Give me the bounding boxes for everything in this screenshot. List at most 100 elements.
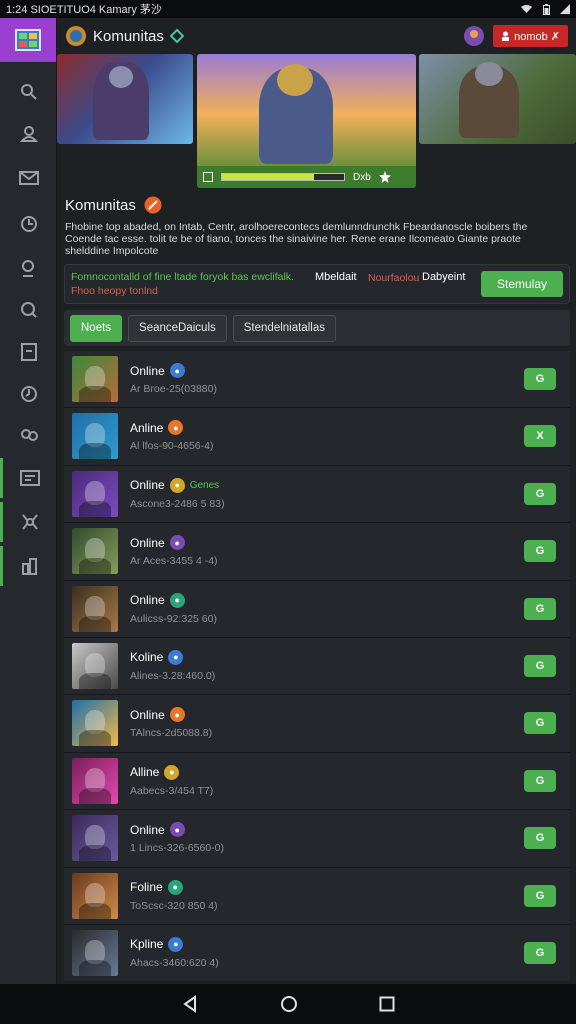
member-status: Online ● Genes bbox=[130, 477, 220, 493]
featured-banners: Dxb bbox=[57, 54, 576, 188]
member-action-button[interactable]: G bbox=[524, 941, 556, 964]
banner-image-2[interactable]: Dxb bbox=[197, 54, 416, 188]
status-bar: 1:24 SIOETITUO4 Kamary 茅沙 bbox=[0, 0, 576, 18]
member-avatar[interactable] bbox=[72, 470, 118, 517]
sidebar-profile-icon[interactable] bbox=[0, 114, 57, 154]
member-action-button[interactable]: G bbox=[524, 654, 556, 677]
member-status: Online ● bbox=[130, 822, 185, 838]
member-row[interactable]: Online ● Ar Aces-3455 4 -4) G bbox=[64, 523, 570, 581]
member-action-button[interactable]: G bbox=[524, 597, 556, 620]
member-extra: Genes bbox=[189, 479, 220, 491]
report-label: nomob ✗ bbox=[514, 30, 560, 43]
section-title-text: Komunitas bbox=[65, 196, 136, 214]
member-action-button[interactable]: G bbox=[524, 769, 556, 792]
member-row[interactable]: Kpline ● Ahacs-3460:620 4) G bbox=[64, 924, 570, 981]
member-row[interactable]: Online ● Ar Broe-25(03880) G bbox=[64, 351, 570, 409]
game-badge-icon: ● bbox=[169, 822, 185, 838]
promo-line-1: Fomnocontalld of fine ltade foryok bas e… bbox=[71, 271, 294, 283]
sidebar-search-icon[interactable] bbox=[0, 72, 57, 112]
member-row[interactable]: Alline ● Aabecs-3/454 T7) G bbox=[64, 752, 570, 811]
user-avatar-icon[interactable] bbox=[463, 25, 485, 47]
sidebar-history-icon[interactable] bbox=[0, 374, 57, 414]
progress-fill bbox=[222, 174, 314, 180]
sidebar-document-icon[interactable] bbox=[0, 332, 57, 372]
member-action-button[interactable]: G bbox=[524, 884, 556, 907]
member-subtitle: TAlncs-2d5088.8) bbox=[130, 727, 213, 740]
battery-icon bbox=[543, 3, 550, 15]
sidebar-mail-icon[interactable] bbox=[0, 158, 57, 198]
member-avatar[interactable] bbox=[72, 757, 118, 804]
status-time: 1:24 SIOETITUO4 Kamary 茅沙 bbox=[6, 4, 162, 16]
member-avatar[interactable] bbox=[72, 585, 118, 632]
member-row[interactable]: Online ● Aulicss-92:325 60) G bbox=[64, 580, 570, 638]
member-action-button[interactable]: G bbox=[524, 540, 556, 563]
sidebar-network-icon[interactable] bbox=[0, 502, 57, 542]
report-button[interactable]: nomob ✗ bbox=[493, 25, 568, 47]
recents-icon[interactable] bbox=[379, 996, 395, 1012]
top-bar: Komunitas nomob ✗ bbox=[57, 18, 576, 54]
member-avatar[interactable] bbox=[72, 413, 118, 460]
sidebar-find-icon[interactable] bbox=[0, 290, 57, 330]
section-description: Fhobine top abaded, on Intab, Centr, aro… bbox=[65, 221, 528, 257]
sidebar-group-icon[interactable] bbox=[0, 416, 57, 456]
member-status-text: Koline bbox=[130, 650, 164, 665]
member-avatar[interactable] bbox=[72, 356, 118, 402]
promo-cta-button[interactable]: Stemulay bbox=[481, 271, 563, 297]
member-avatar[interactable] bbox=[72, 528, 118, 575]
member-status-text: Kpline bbox=[130, 937, 164, 952]
app-logo[interactable] bbox=[0, 18, 56, 62]
member-status: Anline ● bbox=[130, 420, 184, 436]
back-icon[interactable] bbox=[181, 995, 199, 1013]
sidebar-stats-icon[interactable] bbox=[0, 546, 57, 586]
member-avatar[interactable] bbox=[72, 700, 118, 747]
banner-image-1[interactable] bbox=[57, 54, 193, 144]
member-status-text: Online bbox=[130, 535, 165, 550]
home-icon[interactable] bbox=[280, 995, 298, 1013]
sidebar-clock-icon[interactable] bbox=[0, 204, 57, 244]
member-subtitle: ToScsc-320 850 4) bbox=[130, 899, 218, 912]
game-badge-icon: ● bbox=[168, 936, 184, 952]
member-status-text: Online bbox=[130, 593, 165, 608]
edit-icon[interactable] bbox=[144, 196, 162, 214]
wifi-icon bbox=[521, 5, 532, 13]
member-subtitle: Al lfos-90-4656-4) bbox=[130, 440, 214, 453]
page-title: Komunitas bbox=[93, 27, 164, 45]
tab-standings[interactable]: Stendelniatallas bbox=[232, 314, 336, 342]
sidebar-board-icon[interactable] bbox=[0, 458, 57, 498]
member-status-text: Alline bbox=[130, 765, 160, 780]
member-status-text: Anline bbox=[130, 420, 164, 435]
member-row[interactable]: Anline ● Al lfos-90-4656-4) X bbox=[64, 408, 570, 466]
member-avatar[interactable] bbox=[72, 872, 118, 919]
member-action-button[interactable]: G bbox=[524, 712, 556, 735]
tab-bar: Noets SeanceDaiculs Stendelniatallas bbox=[64, 310, 570, 346]
member-avatar[interactable] bbox=[72, 815, 118, 862]
member-row[interactable]: Online ● Genes Ascone3-2486 5 83) G bbox=[64, 465, 570, 524]
member-status: Koline ● bbox=[130, 649, 184, 665]
star-icon[interactable] bbox=[378, 171, 391, 183]
banner-progress-bar: Dxb bbox=[197, 166, 416, 188]
member-action-button[interactable]: G bbox=[524, 827, 556, 850]
member-row[interactable]: Koline ● Alines-3.28:460.0) G bbox=[64, 637, 570, 696]
member-status: Online ● bbox=[130, 363, 185, 378]
member-avatar[interactable] bbox=[72, 929, 118, 976]
member-action-button[interactable]: X bbox=[524, 425, 556, 448]
member-row[interactable]: Online ● TAlncs-2d5088.8) G bbox=[64, 695, 570, 753]
member-status: Online ● bbox=[130, 707, 185, 723]
member-avatar[interactable] bbox=[72, 642, 118, 689]
member-row[interactable]: Online ● 1 Lincs-326-6560-0) G bbox=[64, 810, 570, 868]
banner-image-3[interactable] bbox=[419, 54, 576, 144]
game-badge-icon: ● bbox=[169, 477, 185, 493]
member-action-button[interactable]: G bbox=[524, 482, 556, 505]
member-status: Alline ● bbox=[130, 764, 180, 780]
tab-notes[interactable]: Noets bbox=[70, 314, 123, 342]
community-globe-icon bbox=[66, 26, 86, 46]
member-row[interactable]: Foline ● ToScsc-320 850 4) G bbox=[64, 867, 570, 925]
member-status-text: Foline bbox=[130, 880, 163, 895]
member-subtitle: 1 Lincs-326-6560-0) bbox=[130, 842, 224, 855]
tab-seance[interactable]: SeanceDaiculs bbox=[128, 314, 227, 342]
member-action-button[interactable]: G bbox=[524, 368, 556, 390]
system-nav-bar bbox=[0, 984, 576, 1024]
sidebar bbox=[0, 18, 57, 984]
member-status: Online ● bbox=[130, 535, 185, 551]
sidebar-users-icon[interactable] bbox=[0, 248, 57, 288]
